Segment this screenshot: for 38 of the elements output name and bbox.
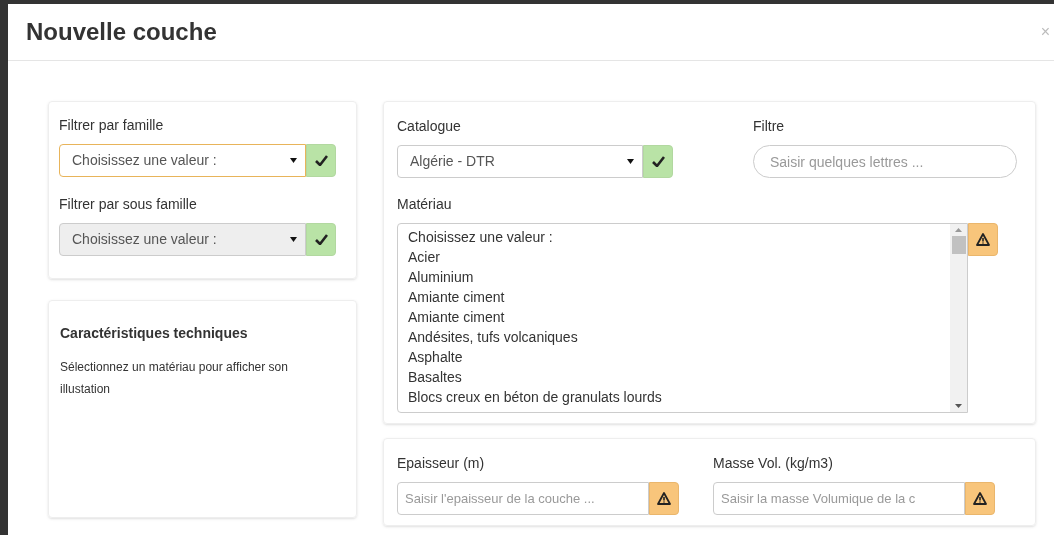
checkmark-icon (651, 156, 665, 167)
select-field[interactable]: Algérie - DTR (397, 145, 643, 178)
select-field[interactable]: Choisissez une valeur : (59, 144, 306, 177)
field-label: Filtre (753, 117, 786, 136)
dropdown-caret-icon (627, 159, 634, 164)
material-option[interactable]: Andésites, tufs volcaniques (408, 327, 940, 347)
scrollbar-thumb[interactable] (951, 236, 966, 254)
material-option[interactable]: Acier (408, 247, 940, 267)
material-option[interactable]: Aluminium (408, 267, 940, 287)
dropdown-caret-icon (290, 158, 297, 163)
text-input-field[interactable]: Saisir la masse Volumique de la c (713, 482, 965, 515)
material-option[interactable]: Amiante ciment (408, 307, 940, 327)
material-option[interactable]: Basaltes (408, 367, 940, 387)
scroll-up-arrow-icon[interactable] (955, 228, 962, 232)
scrollbar[interactable] (950, 224, 967, 412)
characteristics-text: Sélectionnez un matériau pour afficher son illustation (60, 359, 289, 398)
material-option[interactable]: Choisissez une valeur : (408, 227, 940, 247)
field-label: Matériau (397, 195, 453, 214)
material-listbox[interactable]: Choisissez une valeur : Acier Aluminium Amiante ciment Amiante ciment Andésites, tufs volcaniques Asphalte Basaltes Blocs creux en béton de granulats lourds (397, 223, 968, 413)
text-input-field[interactable]: Saisir l'epaisseur de la couche ... (397, 482, 649, 515)
warning-icon (657, 492, 671, 505)
material-option[interactable]: Amiante ciment (408, 287, 940, 307)
field-label: Filtrer par famille (59, 116, 165, 135)
checkmark-icon (314, 234, 328, 245)
checkmark-icon (314, 155, 328, 166)
material-option[interactable]: Asphalte (408, 347, 940, 367)
material-option[interactable]: Blocs creux en béton de granulats lourds (408, 387, 940, 407)
warning-icon (976, 233, 990, 246)
warning-icon (973, 492, 987, 505)
field-label: Catalogue (397, 117, 462, 136)
field-label: Epaisseur (m) (397, 454, 486, 473)
field-label: Masse Vol. (kg/m3) (713, 454, 834, 473)
scroll-down-arrow-icon[interactable] (955, 404, 962, 408)
characteristics-title: Caractéristiques techniques (60, 324, 249, 343)
dropdown-caret-icon (290, 237, 297, 242)
field-label: Filtrer par sous famille (59, 195, 198, 214)
filter-search-field[interactable]: Saisir quelques lettres ... (753, 145, 1017, 178)
dialog-title: Nouvelle couche (26, 17, 217, 47)
